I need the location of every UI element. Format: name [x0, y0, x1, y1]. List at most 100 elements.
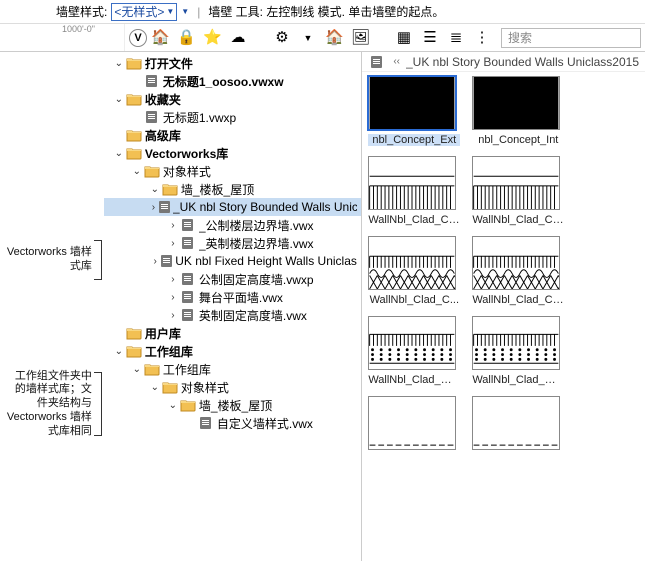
- disclosure-closed-icon[interactable]: ›: [166, 220, 180, 231]
- lock-icon[interactable]: 🔒: [173, 26, 199, 50]
- disclosure-closed-icon[interactable]: ›: [148, 202, 158, 213]
- tree-label: _UK nbl Story Bounded Walls Uniclass2015…: [173, 200, 357, 214]
- folder-icon: [126, 326, 142, 340]
- preview-label: nbl_Concept_Ext: [368, 134, 460, 146]
- tree-row[interactable]: ·无标题1_oosoo.vwxw: [104, 72, 361, 90]
- preview-item[interactable]: nbl_Concept_Ext: [368, 76, 460, 146]
- disclosure-open-icon[interactable]: ⌄: [112, 94, 126, 105]
- tree-row[interactable]: ⌄ 工作组库: [104, 360, 361, 378]
- list-view-icon[interactable]: ☰: [417, 26, 443, 50]
- disclosure-open-icon[interactable]: ⌄: [148, 184, 162, 195]
- preview-item[interactable]: [368, 396, 460, 454]
- tree-row[interactable]: › _公制楼层边界墙.vwx: [104, 216, 361, 234]
- disclosure-open-icon[interactable]: ⌄: [112, 148, 126, 159]
- preview-item[interactable]: WallNbl_Clad_Wt...: [368, 316, 460, 386]
- tree-label: 墙_楼板_屋顶: [181, 181, 254, 198]
- search-placeholder: 搜索: [508, 29, 532, 46]
- preview-label: WallNbl_Clad_C...: [368, 294, 460, 306]
- disclosure-closed-icon[interactable]: ›: [150, 256, 160, 267]
- doc-icon: [180, 236, 196, 250]
- tree-row[interactable]: ·高级库: [104, 126, 361, 144]
- disclosure-open-icon[interactable]: ⌄: [148, 382, 162, 393]
- back-caret-icon[interactable]: ‹‹: [393, 56, 400, 67]
- disclosure-open-icon[interactable]: ⌄: [112, 346, 126, 357]
- chevron-down-icon[interactable]: ▼: [295, 26, 321, 50]
- tree-label: 工作组库: [145, 343, 193, 360]
- tree-label: 高级库: [145, 127, 181, 144]
- tree-row[interactable]: ·无标题1.vwxp: [104, 108, 361, 126]
- disclosure-open-icon[interactable]: ⌄: [130, 364, 144, 375]
- disclosure-closed-icon[interactable]: ›: [166, 238, 180, 249]
- cloud-icon[interactable]: ☁: [225, 26, 251, 50]
- disclosure-closed-icon[interactable]: ›: [166, 274, 180, 285]
- tree-label: _公制楼层边界墙.vwx: [199, 217, 314, 234]
- folder-icon: [144, 362, 160, 376]
- preview-thumbnail: [368, 76, 456, 130]
- tree-row[interactable]: › _UK nbl Story Bounded Walls Uniclass201…: [104, 198, 361, 216]
- disclosure-open-icon[interactable]: ⌄: [130, 166, 144, 177]
- tree-row[interactable]: ›_英制楼层边界墙.vwx: [104, 234, 361, 252]
- tree-row[interactable]: ›舞台平面墙.vwx: [104, 288, 361, 306]
- tree-row[interactable]: › 英制固定高度墙.vwx: [104, 306, 361, 324]
- preview-item[interactable]: WallNbl_Clad_C...: [368, 236, 460, 306]
- tree-row[interactable]: ⌄ 工作组库: [104, 342, 361, 360]
- picture-icon[interactable]: 🖼: [347, 26, 373, 50]
- folder-icon: [144, 164, 160, 178]
- tree-label: UK nbl Fixed Height Walls Uniclass2015.v…: [175, 254, 357, 268]
- tree-label: 墙_楼板_屋顶: [199, 397, 272, 414]
- outline-view-icon[interactable]: ⋮: [469, 26, 495, 50]
- preview-item[interactable]: WallNbl_Clad_Ct...: [472, 236, 564, 306]
- doc-icon: [180, 272, 196, 286]
- chevron-down-icon: ▼: [166, 7, 174, 16]
- style-dropdown-extra-icon[interactable]: ▼: [181, 7, 189, 16]
- disclosure-closed-icon[interactable]: ›: [166, 292, 180, 303]
- tree-label: 英制固定高度墙.vwx: [199, 307, 307, 324]
- tree-row[interactable]: ⌄收藏夹: [104, 90, 361, 108]
- gear-icon[interactable]: ⚙: [269, 26, 295, 50]
- doc-icon: [368, 55, 384, 69]
- preview-label: WallNbl_Clad_Wt...: [472, 374, 564, 386]
- tool-hint: 墙壁 工具: 左控制线 模式. 单击墙壁的起点。: [208, 3, 444, 20]
- preview-item[interactable]: [472, 396, 564, 454]
- folder-icon: [126, 146, 142, 160]
- tree-row[interactable]: ·自定义墙样式.vwx: [104, 414, 361, 432]
- preview-thumbnail: [368, 316, 456, 370]
- resource-tree[interactable]: ⌄打开文件·无标题1_oosoo.vwxw⌄收藏夹·无标题1.vwxp·高级库⌄…: [104, 52, 362, 561]
- tree-row[interactable]: ⌄对象样式: [104, 162, 361, 180]
- style-label: 墙壁样式:: [56, 3, 107, 20]
- tree-row[interactable]: ⌄对象样式: [104, 378, 361, 396]
- tree-row[interactable]: ⌄ 墙_楼板_屋顶: [104, 396, 361, 414]
- open-files-icon[interactable]: 🏠: [147, 26, 173, 50]
- tree-row[interactable]: ⌄打开文件: [104, 54, 361, 72]
- star-icon[interactable]: ⭐: [199, 26, 225, 50]
- preview-item[interactable]: nbl_Concept_Int: [472, 76, 564, 146]
- tree-label: 工作组库: [163, 361, 211, 378]
- house-icon[interactable]: 🏠: [321, 26, 347, 50]
- preview-item[interactable]: WallNbl_Clad_Co...: [472, 156, 564, 226]
- preview-item[interactable]: WallNbl_Clad_Co...: [368, 156, 460, 226]
- tree-label: 无标题1.vwxp: [163, 109, 236, 126]
- annotation-2: 工作组文件夹中的墙样式库；文件夹结构与 Vectorworks 墙样式库相同: [4, 370, 92, 439]
- disclosure-open-icon[interactable]: ⌄: [112, 58, 126, 69]
- tree-row[interactable]: ›公制固定高度墙.vwxp: [104, 270, 361, 288]
- tree-row[interactable]: ⌄ 墙_楼板_屋顶: [104, 180, 361, 198]
- search-input[interactable]: 搜索: [501, 28, 641, 48]
- preview-label: WallNbl_Clad_Co...: [368, 214, 460, 226]
- tree-row[interactable]: › UK nbl Fixed Height Walls Uniclass2015.…: [104, 252, 361, 270]
- detail-view-icon[interactable]: ≣: [443, 26, 469, 50]
- disclosure-open-icon[interactable]: ⌄: [166, 400, 180, 411]
- preview-label: WallNbl_Clad_Wt...: [368, 374, 460, 386]
- folder-icon: [126, 128, 142, 142]
- preview-thumbnail: [472, 236, 560, 290]
- v-icon[interactable]: V: [129, 29, 147, 47]
- toolbar-row: 1000'-0" V 🏠 🔒 ⭐ ☁ ⚙ ▼ 🏠 🖼 ▦ ☰ ≣ ⋮ 搜索: [0, 24, 645, 52]
- disclosure-closed-icon[interactable]: ›: [166, 310, 180, 321]
- disclosure-none: ·: [112, 328, 126, 339]
- preview-item[interactable]: WallNbl_Clad_Wt...: [472, 316, 564, 386]
- tree-row[interactable]: ⌄Vectorworks库: [104, 144, 361, 162]
- preview-title: _UK nbl Story Bounded Walls Uniclass2015: [406, 55, 639, 69]
- thumbnail-view-icon[interactable]: ▦: [391, 26, 417, 50]
- style-select[interactable]: <无样式> ▼: [111, 3, 177, 21]
- tree-row[interactable]: ·用户库: [104, 324, 361, 342]
- doc-icon: [180, 308, 196, 322]
